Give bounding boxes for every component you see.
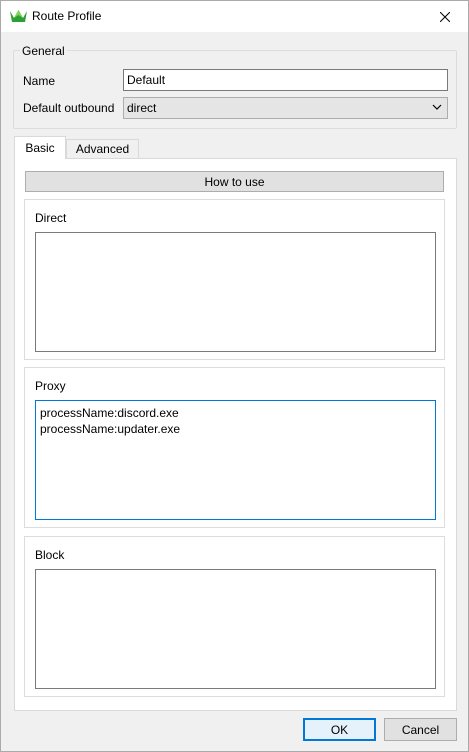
title-bar: Route Profile (1, 1, 468, 32)
default-outbound-select[interactable]: direct (123, 97, 448, 119)
close-icon (440, 11, 450, 22)
proxy-rules-textarea[interactable]: processName:discord.exe processName:upda… (35, 400, 436, 520)
proxy-title: Proxy (35, 379, 66, 393)
tab-basic-label: Basic (25, 141, 55, 155)
window-title: Route Profile (32, 9, 102, 23)
name-label: Name (23, 74, 56, 88)
cancel-button[interactable]: Cancel (384, 718, 457, 741)
close-button[interactable] (422, 1, 468, 32)
default-outbound-label: Default outbound (23, 101, 115, 115)
how-to-use-button[interactable]: How to use (25, 171, 444, 192)
proxy-section: Proxy processName:discord.exe processNam… (24, 367, 445, 528)
route-profile-dialog: Route Profile General Name Default Defau… (0, 0, 469, 752)
ok-button[interactable]: OK (303, 718, 376, 741)
tab-advanced[interactable]: Advanced (66, 139, 139, 158)
cancel-label: Cancel (401, 722, 440, 737)
default-outbound-value: direct (127, 101, 157, 115)
general-group-title: General (20, 44, 67, 58)
name-input[interactable]: Default (123, 69, 448, 91)
chevron-down-icon (432, 104, 442, 110)
block-section: Block (24, 536, 445, 697)
proxy-rule-line: processName:updater.exe (40, 422, 181, 436)
ok-label: OK (330, 722, 349, 737)
how-to-use-label: How to use (204, 174, 265, 189)
tab-basic[interactable]: Basic (14, 136, 66, 159)
block-rules-textarea[interactable] (35, 569, 436, 689)
direct-rules-textarea[interactable] (35, 232, 436, 352)
direct-section: Direct (24, 199, 445, 360)
block-title: Block (35, 548, 65, 562)
direct-title: Direct (35, 211, 67, 225)
proxy-rule-line: processName:discord.exe (40, 406, 179, 420)
tab-advanced-label: Advanced (75, 142, 130, 156)
crown-icon (10, 10, 27, 22)
